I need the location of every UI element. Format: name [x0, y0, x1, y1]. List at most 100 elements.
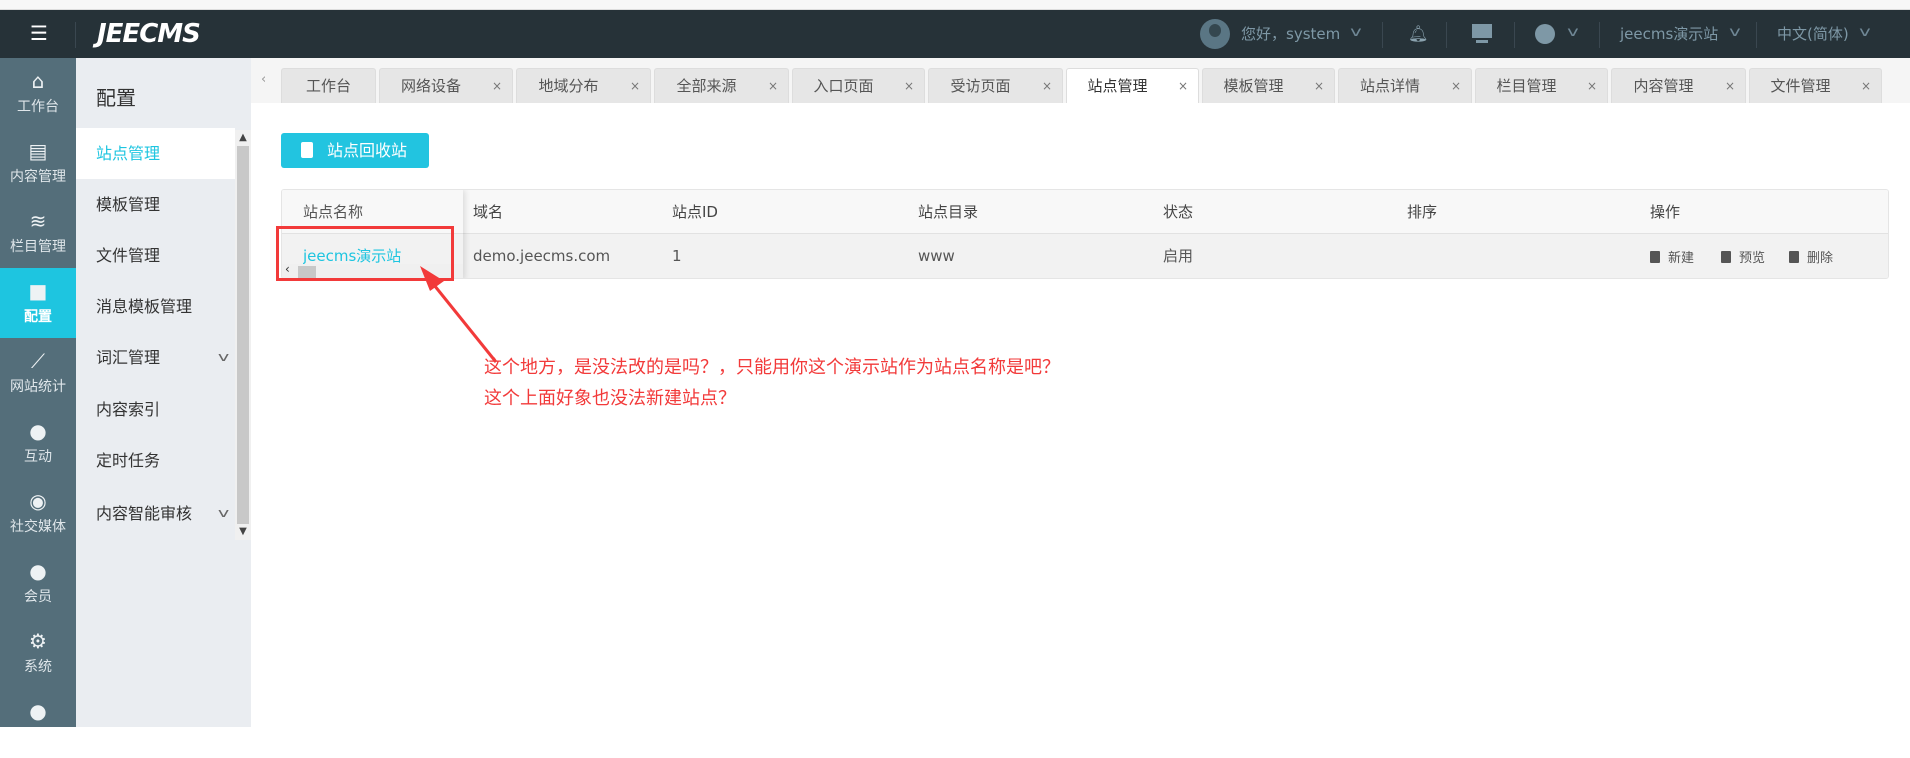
tab-6[interactable]: 站点管理 ×	[1066, 68, 1199, 103]
tabs-scroll-left-icon[interactable]: ‹	[261, 72, 266, 87]
monitor-stand	[1476, 40, 1488, 43]
avatar[interactable]	[1200, 19, 1230, 49]
chevron-down-icon[interactable]: v	[1567, 22, 1579, 44]
tab-label: 站点详情	[1359, 77, 1420, 95]
column-header-site-name: 站点名称	[303, 203, 364, 221]
menu-item-content-index[interactable]: 内容索引	[76, 384, 235, 435]
palette-icon[interactable]	[1535, 24, 1555, 44]
rail-item-channel[interactable]: ≋ 栏目管理	[0, 198, 76, 268]
tab-10[interactable]: 内容管理 ×	[1611, 68, 1746, 103]
rail-item-interaction[interactable]: ● 互动	[0, 408, 76, 478]
scrollbar-thumb[interactable]	[237, 146, 249, 524]
close-icon[interactable]: ×	[1861, 69, 1871, 103]
user-greeting[interactable]: 您好，system	[1241, 24, 1340, 44]
tab-7[interactable]: 模板管理 ×	[1202, 68, 1335, 103]
tab-5[interactable]: 受访页面 ×	[928, 68, 1063, 103]
menu-item-scheduled-tasks[interactable]: 定时任务	[76, 435, 235, 486]
close-icon[interactable]: ×	[1587, 69, 1597, 103]
rail-item-social[interactable]: ◉ 社交媒体	[0, 478, 76, 548]
support-icon: ●	[29, 699, 47, 723]
menu-item-content-audit[interactable]: 内容智能审核 v	[76, 488, 235, 539]
tab-label: 文件管理	[1770, 77, 1831, 95]
action-label: 新建	[1668, 251, 1695, 266]
tab-8[interactable]: 站点详情 ×	[1338, 68, 1472, 103]
tab-4[interactable]: 入口页面 ×	[792, 68, 925, 103]
logo: JEECMS	[97, 19, 201, 49]
divider	[1756, 22, 1757, 48]
tab-1[interactable]: 网络设备 ×	[379, 68, 513, 103]
member-icon: ●	[29, 559, 47, 583]
chevron-down-icon[interactable]: v	[1729, 22, 1741, 44]
close-icon[interactable]: ×	[630, 69, 640, 103]
close-icon[interactable]: ×	[492, 69, 502, 103]
delete-action[interactable]: 删除	[1789, 247, 1833, 266]
menu-item-file-management[interactable]: 文件管理	[76, 230, 235, 281]
rail-item-stats[interactable]: ⟋ 网站统计	[0, 338, 76, 408]
menu-item-message-template[interactable]: 消息模板管理	[76, 281, 235, 332]
monitor-icon[interactable]	[1472, 24, 1492, 38]
action-label: 删除	[1807, 251, 1834, 266]
hamburger-menu-icon[interactable]: ☰	[28, 22, 50, 44]
column-header-directory: 站点目录	[918, 203, 979, 221]
divider	[1514, 22, 1515, 48]
menu-item-template-management[interactable]: 模板管理	[76, 179, 235, 230]
chevron-down-icon: v	[217, 506, 230, 520]
cell-site-id: 1	[672, 247, 682, 265]
trash-icon	[1789, 251, 1799, 263]
browser-strip	[0, 0, 1910, 10]
tab-label: 受访页面	[950, 77, 1011, 95]
menu-item-site-management[interactable]: 站点管理	[76, 128, 235, 179]
tab-3[interactable]: 全部来源 ×	[654, 68, 789, 103]
divider	[1599, 22, 1600, 48]
sidebar-scrollbar[interactable]: ▲ ▼	[235, 130, 251, 540]
recycle-bin-icon	[301, 142, 313, 158]
scroll-up-icon[interactable]: ▲	[235, 130, 251, 146]
rail-item-system[interactable]: ⚙ 系统	[0, 618, 76, 688]
rail-item-support[interactable]: ●	[0, 688, 76, 758]
column-header-sort: 排序	[1407, 203, 1438, 221]
chevron-down-icon: v	[217, 350, 230, 364]
column-header-site-id: 站点ID	[672, 203, 718, 221]
close-icon[interactable]: ×	[904, 69, 914, 103]
tab-11[interactable]: 文件管理 ×	[1749, 68, 1882, 103]
bell-icon[interactable]: 🔔︎	[1408, 24, 1428, 44]
rail-item-config[interactable]: ■ 配置	[0, 268, 76, 338]
language-switcher[interactable]: 中文(简体)	[1777, 24, 1849, 44]
new-action[interactable]: 新建	[1650, 247, 1694, 266]
tab-2[interactable]: 地域分布 ×	[516, 68, 651, 103]
close-icon[interactable]: ×	[1725, 69, 1735, 103]
rail-item-workbench[interactable]: ⌂ 工作台	[0, 58, 76, 128]
chevron-down-icon[interactable]: v	[1350, 22, 1362, 44]
close-icon[interactable]: ×	[1451, 69, 1461, 103]
arrow-shaft	[424, 274, 498, 363]
close-icon[interactable]: ×	[1314, 69, 1324, 103]
rail-item-member[interactable]: ● 会员	[0, 548, 76, 618]
tab-0[interactable]: 工作台	[281, 68, 376, 103]
cube-icon: ■	[28, 279, 48, 303]
rail-item-content[interactable]: ▤ 内容管理	[0, 128, 76, 198]
tab-label: 站点管理	[1087, 77, 1148, 95]
close-icon[interactable]: ×	[768, 69, 778, 103]
annotation-line: 这个地方，是没法改的是吗？，只能用你这个演示站作为站点名称是吧？	[484, 357, 1060, 378]
divider	[75, 22, 76, 48]
tab-9[interactable]: 栏目管理 ×	[1475, 68, 1608, 103]
layers-icon: ≋	[29, 209, 47, 233]
cell-status: 启用	[1163, 247, 1194, 265]
site-switcher[interactable]: jeecms演示站	[1620, 24, 1718, 44]
menu-item-vocabulary[interactable]: 词汇管理 v	[76, 332, 235, 383]
preview-action[interactable]: 预览	[1721, 247, 1765, 266]
arrow-head	[420, 266, 444, 291]
chevron-down-icon[interactable]: v	[1859, 22, 1871, 44]
button-label: 站点回收站	[327, 141, 408, 160]
tab-bar: ‹ 工作台 网络设备 × 地域分布 × 全部来源 × 入口页面 × 受访页面 × 站点管理 × 模板管理 ×…	[251, 58, 1910, 103]
close-icon[interactable]: ×	[1042, 69, 1052, 103]
tab-label: 工作台	[305, 77, 351, 95]
chart-icon: ⟋	[31, 349, 45, 373]
top-header: ☰ JEECMS 您好，system v 🔔︎ v jeecms演示站 v 中文…	[0, 10, 1910, 58]
scroll-down-icon[interactable]: ▼	[235, 524, 251, 540]
tab-label: 网络设备	[400, 77, 461, 95]
add-icon	[1650, 251, 1660, 263]
close-icon[interactable]: ×	[1178, 69, 1188, 103]
menu-label: 内容智能审核	[96, 504, 193, 523]
site-recycle-bin-button[interactable]: 站点回收站	[281, 133, 429, 168]
